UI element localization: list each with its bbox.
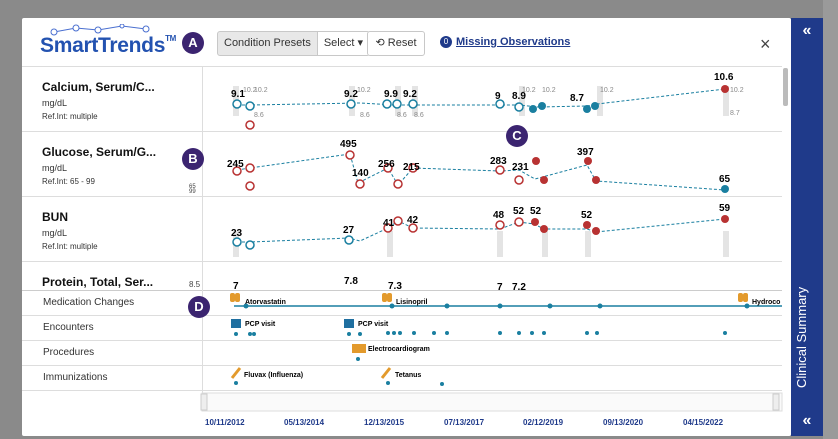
svg-text:7.3: 7.3 <box>388 281 402 292</box>
encounters-timeline <box>231 319 727 336</box>
svg-text:48: 48 <box>493 210 505 221</box>
svg-text:23: 23 <box>231 228 243 239</box>
svg-text:8.6: 8.6 <box>360 112 370 119</box>
svg-text:10.2: 10.2 <box>254 87 268 94</box>
svg-text:42: 42 <box>407 215 419 226</box>
svg-text:283: 283 <box>490 156 507 167</box>
svg-text:9.9: 9.9 <box>384 89 398 100</box>
expand-chevron-icon-bottom[interactable]: « <box>791 412 823 430</box>
range-handle-right <box>772 393 780 411</box>
svg-text:10.2: 10.2 <box>522 87 536 94</box>
immunization-label-fluvax[interactable]: Fluvax (Influenza) <box>244 372 303 379</box>
svg-text:52: 52 <box>513 206 525 217</box>
svg-text:8.7: 8.7 <box>730 110 740 117</box>
smarttrends-modal: SmartTrendsTM A Condition Presets Select… <box>22 18 791 436</box>
clinical-summary-label: Clinical Summary <box>794 286 809 388</box>
date-tick: 12/13/2015 <box>364 418 405 427</box>
date-tick: 10/11/2012 <box>205 418 245 427</box>
svg-text:27: 27 <box>343 225 355 236</box>
svg-text:65: 65 <box>719 174 731 185</box>
svg-text:8.6: 8.6 <box>254 112 264 119</box>
svg-text:231: 231 <box>512 162 529 173</box>
med-label-lisinopril[interactable]: Lisinopril <box>396 299 428 306</box>
svg-text:52: 52 <box>530 206 542 217</box>
annotation-badge-c: C <box>506 125 528 147</box>
background-edge <box>823 0 838 439</box>
date-tick: 09/13/2020 <box>603 418 644 427</box>
svg-text:9: 9 <box>495 91 501 102</box>
date-tick: 04/15/2022 <box>683 418 724 427</box>
svg-text:8.6: 8.6 <box>414 112 424 119</box>
svg-text:8.6: 8.6 <box>397 112 407 119</box>
annotation-badge-d: D <box>188 296 210 318</box>
svg-text:10.2: 10.2 <box>542 87 556 94</box>
immunization-label-tetanus[interactable]: Tetanus <box>395 372 421 379</box>
protein-trend: 8.5 7 7.8 7.3 7 7.2 <box>189 276 526 293</box>
date-tick: 05/13/2014 <box>284 418 325 427</box>
svg-text:7: 7 <box>497 282 503 293</box>
med-label-atorvastatin[interactable]: Atorvastatin <box>245 299 286 306</box>
svg-text:8.5: 8.5 <box>189 280 201 289</box>
svg-text:215: 215 <box>403 162 420 173</box>
glucose-trend: 99 65 245 495 140 256 215 283 231 397 65 <box>189 139 731 195</box>
calcium-trend: 9.1 10.210.2 8.6 9.2 10.2 9.9 9.2 8.6 8.… <box>231 72 744 130</box>
svg-text:245: 245 <box>227 159 244 170</box>
svg-text:10.2: 10.2 <box>600 87 614 94</box>
bun-trend: 23 27 41 42 48 52 52 52 59 <box>231 203 731 257</box>
svg-text:7.2: 7.2 <box>512 282 526 293</box>
expand-chevron-icon[interactable]: « <box>791 22 823 40</box>
svg-text:7.8: 7.8 <box>344 276 358 287</box>
range-handle-left <box>200 393 208 411</box>
procedure-label-ecg[interactable]: Electrocardiogram <box>368 346 430 353</box>
svg-text:9.2: 9.2 <box>403 89 417 100</box>
encounter-label[interactable]: PCP visit <box>358 321 388 328</box>
svg-text:52: 52 <box>581 210 593 221</box>
svg-text:10.2: 10.2 <box>357 87 371 94</box>
svg-text:59: 59 <box>719 203 731 214</box>
procedures-timeline <box>352 344 366 361</box>
svg-text:10.2: 10.2 <box>730 87 744 94</box>
med-label-hydroco[interactable]: Hydroco <box>752 299 780 306</box>
svg-text:7: 7 <box>233 281 239 292</box>
date-tick: 07/13/2017 <box>444 418 485 427</box>
svg-text:495: 495 <box>340 139 357 150</box>
svg-text:41: 41 <box>383 218 395 229</box>
svg-text:65: 65 <box>189 184 196 190</box>
svg-text:397: 397 <box>577 147 594 158</box>
clinical-summary-panel[interactable]: « Clinical Summary « <box>791 18 823 436</box>
encounter-label[interactable]: PCP visit <box>245 321 275 328</box>
svg-text:140: 140 <box>352 168 369 179</box>
svg-text:10.6: 10.6 <box>714 72 734 83</box>
medication-timeline <box>230 293 782 309</box>
date-tick: 02/12/2019 <box>523 418 564 427</box>
svg-text:8.7: 8.7 <box>570 93 584 104</box>
svg-text:256: 256 <box>378 159 395 170</box>
